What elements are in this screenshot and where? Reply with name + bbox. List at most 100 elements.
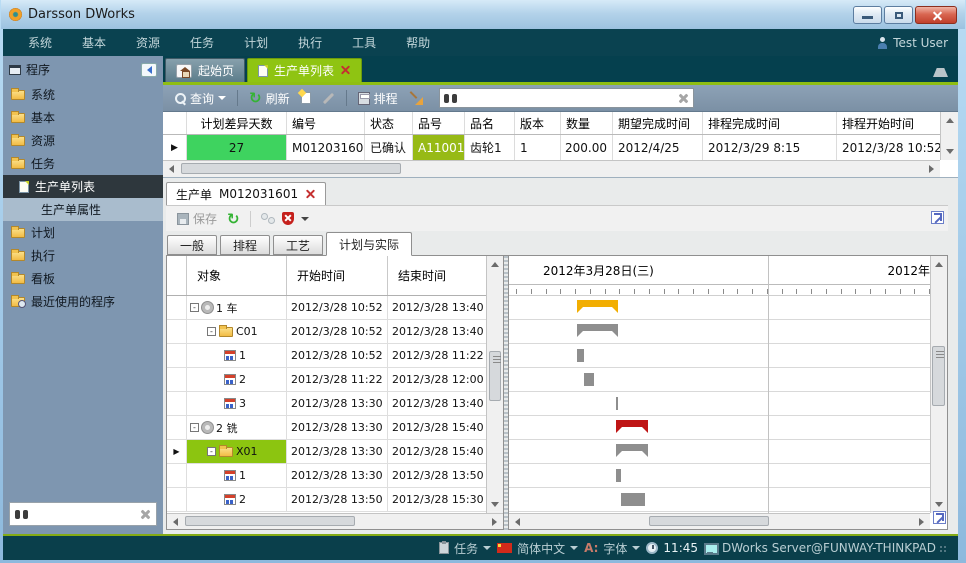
clear-search-icon[interactable] (140, 509, 151, 520)
scroll-up-icon[interactable] (931, 257, 946, 272)
plan-row-6[interactable]: ▶-X012012/3/28 13:302012/3/28 15:40 (167, 440, 503, 464)
new-button[interactable] (298, 90, 314, 106)
grid-col-8[interactable]: 排程完成时间 (703, 112, 837, 134)
doc-tab-3[interactable]: 计划与实际 (326, 232, 412, 256)
plan-row-5[interactable]: -2 铣2012/3/28 13:302012/3/28 15:40 (167, 416, 503, 440)
plan-row-4[interactable]: 32012/3/28 13:302012/3/28 13:40 (167, 392, 503, 416)
plan-row-2[interactable]: 12012/3/28 10:522012/3/28 11:22 (167, 344, 503, 368)
resize-grip[interactable] (940, 546, 948, 554)
collapse-expander-icon[interactable]: - (190, 303, 199, 312)
scroll-left-icon[interactable] (164, 161, 179, 176)
gantt-bar-0[interactable] (577, 300, 618, 314)
sidebar-item-6[interactable]: 计划 (3, 221, 163, 244)
sidebar-item-5[interactable]: 生产单属性 (3, 198, 163, 221)
gantt-bar-5[interactable] (616, 420, 648, 434)
gantt-bar-3[interactable] (584, 373, 594, 386)
scrollbar-thumb[interactable] (932, 346, 945, 406)
clear-search-icon[interactable] (678, 93, 689, 104)
close-tab-icon[interactable] (340, 65, 351, 76)
plan-row-3[interactable]: 22012/3/28 11:222012/3/28 12:00 (167, 368, 503, 392)
grid-col-2[interactable]: 状态 (365, 112, 413, 134)
plan-horizontal-scrollbar[interactable] (167, 513, 503, 529)
gantt-bar-2[interactable] (577, 349, 584, 362)
orders-grid-row[interactable]: ▶ 27M012031601已确认A11001齿轮11200.002012/4/… (163, 135, 958, 160)
plan-row-7[interactable]: 12012/3/28 13:302012/3/28 13:50 (167, 464, 503, 488)
popout-icon[interactable] (933, 511, 946, 524)
chevron-down-icon[interactable] (301, 217, 309, 221)
order-doc-tab[interactable]: 生产单 M012031601 (166, 182, 326, 205)
sidebar-item-1[interactable]: 基本 (3, 106, 163, 129)
scroll-down-icon[interactable] (942, 144, 957, 159)
scroll-up-icon[interactable] (487, 257, 502, 272)
grid-col-3[interactable]: 品号 (413, 112, 465, 134)
grid-horizontal-scrollbar[interactable] (163, 160, 940, 177)
menu-item-2[interactable]: 资源 (121, 34, 175, 51)
restore-button[interactable] (884, 6, 913, 24)
menu-item-6[interactable]: 工具 (337, 34, 391, 51)
grid-col-5[interactable]: 版本 (515, 112, 561, 134)
sidebar-collapse-button[interactable] (141, 63, 157, 77)
scroll-down-icon[interactable] (487, 497, 502, 512)
scrollbar-thumb[interactable] (649, 516, 769, 526)
sidebar-search-input[interactable] (32, 506, 136, 522)
collapse-expander-icon[interactable]: - (207, 327, 216, 336)
col-end[interactable]: 结束时间 (388, 256, 488, 295)
clean-button[interactable] (406, 90, 426, 107)
doc-tab-2[interactable]: 工艺 (273, 235, 323, 255)
pin-icon[interactable] (933, 62, 948, 81)
query-button[interactable]: 查询 (171, 88, 229, 109)
grid-col-6[interactable]: 数量 (561, 112, 613, 134)
sidebar-item-4[interactable]: 生产单列表 (3, 175, 163, 198)
sidebar-item-0[interactable]: 系统 (3, 83, 163, 106)
doc-tab-0[interactable]: 一般 (167, 235, 217, 255)
plan-vertical-scrollbar[interactable] (486, 256, 503, 513)
menu-item-3[interactable]: 任务 (175, 34, 229, 51)
scrollbar-thumb[interactable] (489, 351, 501, 401)
gantt-bar-6[interactable] (616, 444, 648, 458)
grid-col-7[interactable]: 期望完成时间 (613, 112, 703, 134)
collapse-expander-icon[interactable]: - (207, 447, 216, 456)
close-button[interactable] (915, 6, 957, 24)
collapse-expander-icon[interactable]: - (190, 423, 199, 432)
user-box[interactable]: Test User (877, 36, 948, 50)
plan-row-8[interactable]: 22012/3/28 13:502012/3/28 15:30 (167, 488, 503, 512)
gantt-bar-7[interactable] (616, 469, 621, 482)
grid-col-1[interactable]: 编号 (287, 112, 365, 134)
menu-item-0[interactable]: 系统 (13, 34, 67, 51)
doc-tab-1[interactable]: 排程 (220, 235, 270, 255)
save-button[interactable]: 保存 (174, 208, 220, 229)
grid-vertical-scrollbar[interactable] (940, 112, 958, 160)
popout-icon[interactable] (931, 211, 944, 224)
scroll-right-icon[interactable] (914, 514, 929, 529)
scroll-right-icon[interactable] (487, 514, 502, 529)
font-menu[interactable]: A: 字体 (584, 540, 640, 557)
scroll-left-icon[interactable] (168, 514, 183, 529)
task-menu[interactable]: 任务 (439, 540, 491, 557)
scroll-up-icon[interactable] (942, 113, 957, 128)
menu-item-5[interactable]: 执行 (283, 34, 337, 51)
schedule-button[interactable]: 排程 (355, 88, 401, 109)
gantt-vertical-scrollbar[interactable] (930, 256, 947, 513)
sidebar-item-2[interactable]: 资源 (3, 129, 163, 152)
plan-row-0[interactable]: -1 车2012/3/28 10:522012/3/28 13:40 (167, 296, 503, 320)
scrollbar-thumb[interactable] (185, 516, 355, 526)
gantt-bar-8[interactable] (621, 493, 645, 506)
tab-1[interactable]: 生产单列表 (247, 58, 362, 82)
gantt-bar-1[interactable] (577, 324, 618, 338)
refresh-doc-icon[interactable]: ↻ (227, 213, 240, 225)
shield-icon[interactable] (282, 212, 294, 225)
sidebar-item-9[interactable]: 最近使用的程序 (3, 290, 163, 313)
sidebar-item-8[interactable]: 看板 (3, 267, 163, 290)
gantt-bar-4[interactable] (616, 397, 618, 410)
grid-col-0[interactable]: 计划差异天数 (187, 112, 287, 134)
plan-row-1[interactable]: -C012012/3/28 10:522012/3/28 13:40 (167, 320, 503, 344)
menu-item-4[interactable]: 计划 (229, 34, 283, 51)
scroll-right-icon[interactable] (924, 161, 939, 176)
tab-0[interactable]: 起始页 (165, 58, 245, 82)
gantt-horizontal-scrollbar[interactable] (509, 513, 930, 529)
edit-button[interactable] (319, 95, 338, 102)
grid-col-4[interactable]: 品名 (465, 112, 515, 134)
language-menu[interactable]: 简体中文 (497, 540, 578, 557)
sidebar-item-7[interactable]: 执行 (3, 244, 163, 267)
menu-item-1[interactable]: 基本 (67, 34, 121, 51)
